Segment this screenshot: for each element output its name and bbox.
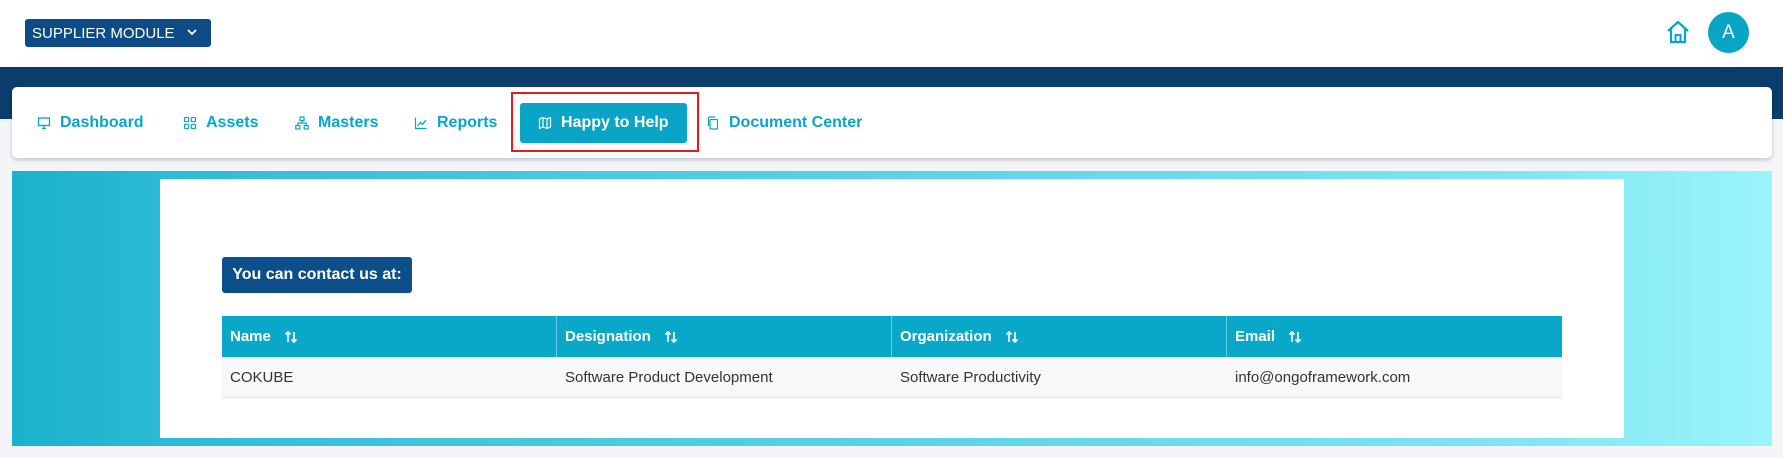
table-header: Name Designation Organization Email [222, 316, 1562, 357]
contact-panel [160, 179, 1624, 438]
module-dropdown-label: SUPPLIER MODULE [32, 24, 175, 42]
top-header: SUPPLIER MODULE A [0, 0, 1783, 67]
column-label: Email [1235, 328, 1276, 345]
monitor-icon [37, 117, 51, 130]
sort-icon [664, 330, 677, 343]
avatar[interactable]: A [1708, 12, 1749, 53]
contact-table: Name Designation Organization Email COKU… [222, 316, 1562, 398]
sort-icon [1005, 330, 1018, 343]
chevron-down-icon [187, 29, 197, 36]
column-label: Name [230, 328, 271, 345]
main-nav: Dashboard Assets Masters Reports Happy t… [12, 87, 1772, 158]
column-name-header[interactable]: Name [222, 316, 557, 357]
nav-label: Reports [437, 114, 498, 131]
nav-reports[interactable]: Reports [414, 107, 497, 139]
grid-icon [183, 116, 197, 130]
sort-icon [284, 330, 297, 343]
sitemap-icon [295, 116, 309, 130]
column-organization-header[interactable]: Organization [892, 316, 1227, 357]
nav-assets[interactable]: Assets [183, 107, 258, 139]
table-row: COKUBE Software Product Development Soft… [222, 357, 1562, 398]
nav-masters[interactable]: Masters [295, 107, 378, 139]
module-dropdown[interactable]: SUPPLIER MODULE [25, 19, 211, 47]
sort-icon [1288, 330, 1302, 343]
column-label: Organization [900, 328, 992, 345]
nav-dashboard[interactable]: Dashboard [37, 107, 144, 139]
cell-email: info@ongoframework.com [1235, 368, 1411, 386]
cell-name: COKUBE [230, 368, 294, 386]
highlight-frame [511, 92, 699, 152]
cell-designation: Software Product Development [565, 368, 773, 386]
cell-organization: Software Productivity [900, 368, 1041, 386]
nav-label: Assets [206, 114, 259, 131]
home-icon[interactable] [1664, 18, 1692, 46]
nav-label: Dashboard [60, 114, 144, 131]
column-designation-header[interactable]: Designation [557, 316, 892, 357]
column-email-header[interactable]: Email [1227, 316, 1562, 357]
chart-line-icon [414, 117, 427, 130]
contact-heading: You can contact us at: [222, 257, 412, 293]
copy-icon [707, 116, 719, 130]
nav-label: Document Center [729, 114, 863, 131]
nav-document-center[interactable]: Document Center [706, 107, 862, 139]
nav-label: Masters [318, 114, 379, 131]
column-label: Designation [565, 328, 651, 345]
